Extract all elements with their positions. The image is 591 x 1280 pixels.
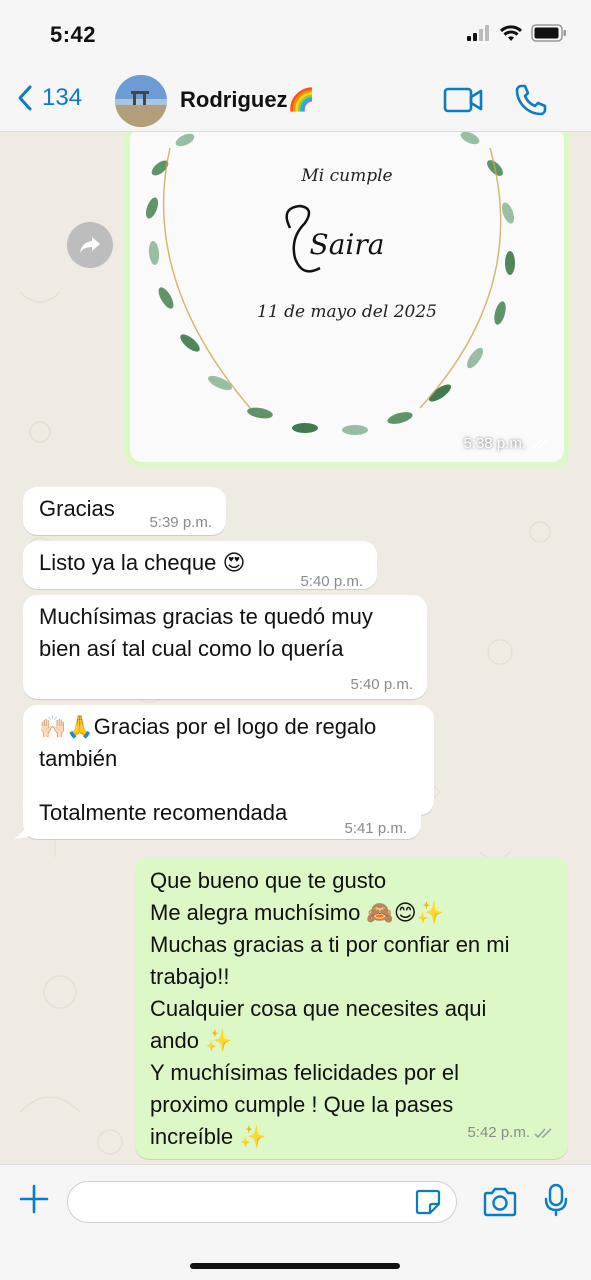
unread-count: 134 — [42, 84, 83, 111]
message-text: Gracias — [39, 496, 115, 521]
message-time: 5:40 p.m. — [300, 573, 363, 590]
battery-icon — [531, 24, 566, 42]
message-time: 5:40 p.m. — [350, 676, 413, 693]
wifi-icon — [500, 25, 522, 41]
chat-header: 134 Rodriguez🌈 — [0, 70, 591, 132]
outgoing-line: ando ✨ — [150, 1028, 233, 1053]
message-text: Muchísimas gracias te quedó muy bien así… — [39, 604, 373, 661]
outgoing-message-bubble[interactable]: Que bueno que te gusto Me alegra muchísi… — [135, 857, 568, 1159]
avatar-photo-icon — [115, 75, 167, 127]
message-time: 5:39 p.m. — [149, 514, 212, 531]
message-bubble[interactable]: Totalmente recomendada 5:41 p.m. — [23, 791, 421, 839]
image-timestamp: 5:38 p.m. — [463, 435, 550, 452]
message-time: 5:41 p.m. — [344, 820, 407, 837]
forward-icon — [80, 237, 100, 253]
outgoing-time: 5:42 p.m. — [467, 1117, 554, 1149]
chat-area[interactable]: Mi cumple Saira 11 de mayo del 2025 5:38… — [0, 132, 591, 1164]
invitation-date: 11 de mayo del 2025 — [257, 302, 437, 322]
message-text: 🙌🏻🙏Gracias por el logo de regalo también — [39, 714, 377, 771]
outgoing-line: Que bueno que te gusto — [150, 868, 387, 893]
sticker-icon[interactable] — [415, 1189, 441, 1215]
message-text: Listo ya la cheque 😍 — [39, 550, 246, 575]
outgoing-time-text: 5:42 p.m. — [467, 1124, 530, 1141]
signal-icon — [467, 25, 489, 41]
contact-name[interactable]: Rodriguez🌈 — [180, 87, 315, 113]
image-message[interactable]: Mi cumple Saira 11 de mayo del 2025 5:38… — [124, 132, 570, 468]
input-bar — [0, 1164, 591, 1280]
back-button[interactable]: 134 — [16, 84, 82, 112]
video-call-icon[interactable] — [443, 86, 483, 114]
plus-icon[interactable] — [18, 1183, 50, 1215]
bubble-tail-icon — [14, 825, 28, 839]
camera-icon[interactable] — [482, 1187, 518, 1217]
outgoing-line: Y muchísimas felicidades por el — [150, 1060, 459, 1085]
outgoing-line: Me alegra muchísimo 🙈😊✨ — [150, 900, 445, 925]
image-time-text: 5:38 p.m. — [463, 435, 526, 452]
back-chevron-icon — [18, 85, 32, 111]
invitation-image[interactable]: Mi cumple Saira 11 de mayo del 2025 5:38… — [130, 132, 564, 462]
avatar[interactable] — [115, 75, 167, 127]
invitation-name: Saira — [309, 228, 385, 261]
phone-icon[interactable] — [514, 83, 548, 117]
status-icons — [467, 24, 567, 42]
outgoing-line: trabajo!! — [150, 964, 230, 989]
message-text: Totalmente recomendada — [39, 800, 288, 825]
message-bubble[interactable]: Muchísimas gracias te quedó muy bien así… — [23, 595, 427, 699]
microphone-icon[interactable] — [544, 1183, 568, 1217]
outgoing-line: Cualquier cosa que necesites aqui — [150, 996, 487, 1021]
read-receipt-icon — [530, 438, 548, 449]
message-bubble[interactable]: Listo ya la cheque 😍 5:40 p.m. — [23, 541, 377, 590]
status-bar: 5:42 — [0, 0, 591, 70]
read-receipt-icon — [534, 1128, 552, 1139]
invitation-title: Mi cumple — [301, 166, 393, 186]
forward-button[interactable] — [67, 222, 113, 268]
status-time: 5:42 — [50, 22, 97, 47]
outgoing-line: Muchas gracias a ti por confiar en mi — [150, 932, 510, 957]
message-input[interactable] — [67, 1181, 457, 1223]
message-bubble[interactable]: Gracias 5:39 p.m. — [23, 487, 226, 535]
home-indicator — [190, 1263, 400, 1269]
